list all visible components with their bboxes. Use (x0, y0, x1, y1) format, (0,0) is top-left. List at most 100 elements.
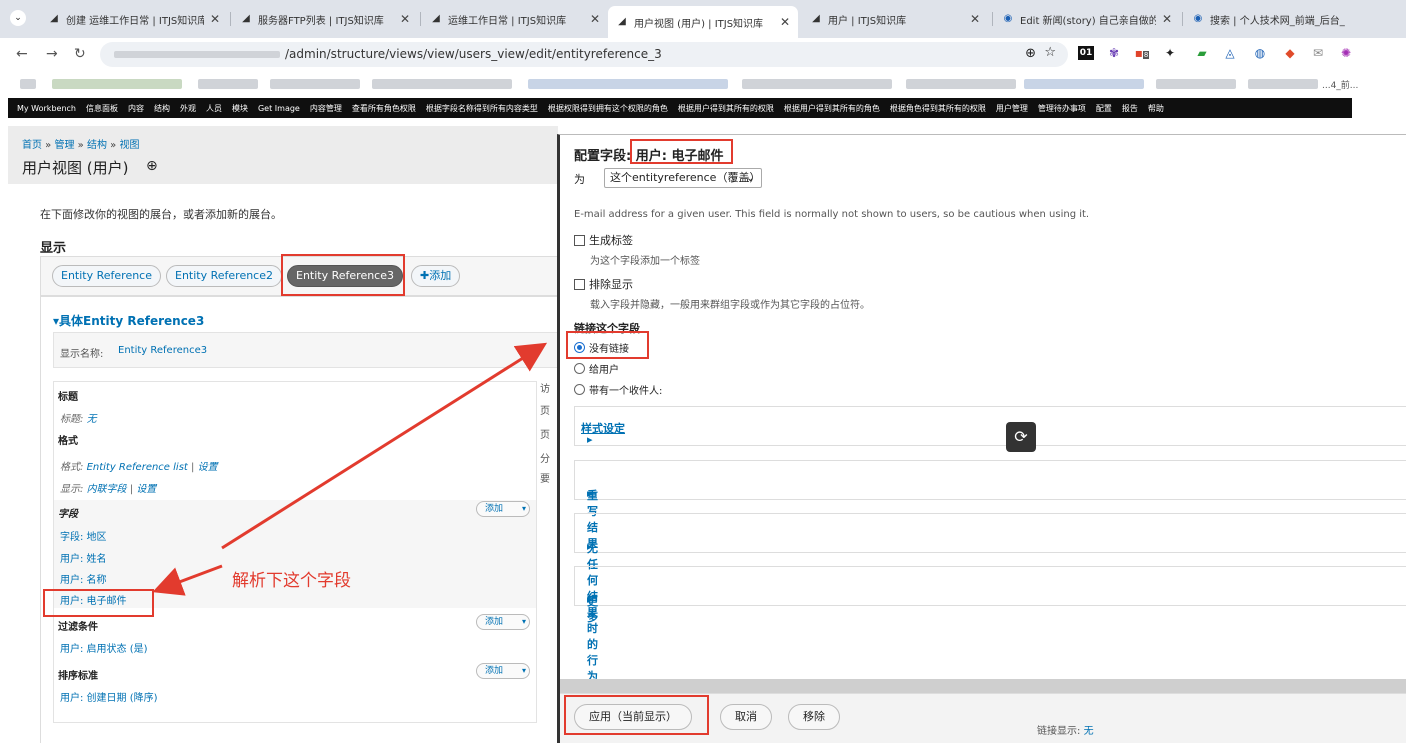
remove-button[interactable]: 移除 (788, 704, 840, 730)
tab-1[interactable]: ◢ 服务器FTP列表 | ITJS知识库 ✕ (232, 6, 418, 32)
for-display-select[interactable]: 这个entityreference（覆盖） ⌄ (604, 168, 762, 188)
tab-entity-reference[interactable]: Entity Reference (52, 265, 162, 287)
display-name-link[interactable]: Entity Reference3 (118, 345, 207, 356)
tab-0[interactable]: ◢ 创建 运维工作日常 | ITJS知识库 ✕ (40, 6, 228, 32)
breadcrumb-structure[interactable]: 结构 (87, 140, 107, 151)
extension-icon[interactable]: ◍ (1252, 46, 1268, 60)
admin-menu-item[interactable]: 报告 (1117, 103, 1143, 114)
extension-icon[interactable]: ✺ (1338, 46, 1354, 60)
admin-menu-item[interactable]: 查看所有角色权限 (347, 103, 421, 114)
apply-button[interactable]: 应用（当前显示） (574, 704, 692, 730)
jira-icon: ◢ (242, 13, 250, 24)
fieldset-no-results[interactable]: ▸ 无任何结果时的行为 (574, 513, 1406, 683)
forward-icon[interactable]: → (46, 46, 58, 62)
hidden-column-peek: 访 页 页 分 要 (540, 384, 550, 485)
show-setting[interactable]: 显示: 内联字段 | 设置 (60, 480, 156, 495)
tab-search-chevron-icon[interactable]: ⌄ (10, 10, 26, 26)
tab-entity-reference2[interactable]: Entity Reference2 (166, 265, 283, 287)
tab-entity-reference3[interactable]: Entity Reference3 (287, 265, 404, 287)
create-label-checkbox[interactable]: 生成标签 (574, 232, 633, 248)
extension-icon[interactable]: ▰ (1194, 46, 1210, 60)
extension-badge-icon[interactable]: 01 (1078, 46, 1094, 60)
admin-menu-item[interactable]: 管理待办事项 (1033, 103, 1091, 114)
admin-menu-item[interactable]: 配置 (1091, 103, 1117, 114)
field-region[interactable]: 字段: 地区 (60, 528, 107, 543)
edge-icon: ◉ (1003, 13, 1013, 24)
close-icon[interactable]: ✕ (1162, 12, 1172, 26)
radio-mailto[interactable]: 带有一个收件人: (574, 382, 662, 397)
admin-menu-item[interactable]: 用户管理 (991, 103, 1033, 114)
extension-icon[interactable]: ✾ (1106, 46, 1122, 60)
admin-menu-item[interactable]: 模块 (227, 103, 253, 114)
breadcrumb-admin[interactable]: 管理 (54, 140, 74, 151)
loading-spinner-icon: ⟳ (1006, 422, 1036, 452)
field-description: E-mail address for a given user. This fi… (574, 209, 1090, 220)
admin-menu-item[interactable]: 帮助 (1143, 103, 1169, 114)
display-section-toggle[interactable]: ▾具体Entity Reference3 (53, 312, 204, 329)
bookmark-star-icon[interactable]: ☆ (1044, 45, 1056, 60)
display-details: ▾具体Entity Reference3 显示名称: Entity Refere… (40, 296, 559, 743)
tab-3-active[interactable]: ◢ 用户视图 (用户) | ITJS知识库 ✕ (608, 6, 798, 38)
jira-icon: ◢ (618, 16, 626, 27)
admin-menu: My Workbench 信息面板 内容 结构 外观 人员 模块 Get Image 内容管理查… (8, 98, 1352, 118)
back-icon[interactable]: ← (16, 46, 28, 62)
admin-menu-item[interactable]: 人员 (201, 103, 227, 114)
extension-icon[interactable]: ✉ (1310, 46, 1326, 60)
admin-menu-item[interactable]: 根据权限得到拥有这个权限的角色 (543, 103, 673, 114)
admin-menu-item[interactable]: 外观 (175, 103, 201, 114)
admin-menu-item[interactable]: 内容管理 (305, 103, 347, 114)
url-input[interactable]: /admin/structure/views/view/users_view/e… (100, 42, 1068, 67)
link-field-heading: 链接这个字段 (574, 322, 640, 335)
sort-created-date[interactable]: 用户: 创建日期 (降序) (60, 689, 158, 704)
add-filter-button[interactable]: 添加 ▾ (476, 614, 530, 630)
close-icon[interactable]: ✕ (210, 12, 220, 26)
breadcrumb-home[interactable]: 首页 (22, 140, 42, 151)
admin-menu-item[interactable]: My Workbench (12, 104, 81, 113)
close-icon[interactable]: ✕ (780, 15, 790, 29)
filter-user-status[interactable]: 用户: 启用状态 (是) (60, 640, 148, 655)
admin-menu-item[interactable]: 结构 (149, 103, 175, 114)
title-setting[interactable]: 标题: 无 (60, 410, 97, 425)
admin-menu-item[interactable]: 根据用户得到其所有的权限 (673, 103, 779, 114)
admin-menu-item[interactable]: 根据用户得到其所有的角色 (779, 103, 885, 114)
extension-icon[interactable]: ◆ (1282, 46, 1298, 60)
radio-no-link[interactable]: 没有链接 (574, 340, 629, 355)
field-user-email[interactable]: 用户: 电子邮件 (60, 592, 127, 607)
reload-icon[interactable]: ↻ (74, 46, 86, 62)
horizontal-scrollbar[interactable] (560, 679, 1406, 693)
field-user-account[interactable]: 用户: 名称 (60, 571, 107, 586)
dialog-button-bar: 应用（当前显示） 取消 移除 (560, 693, 1406, 743)
tab-2[interactable]: ◢ 运维工作日常 | ITJS知识库 ✕ (422, 6, 608, 32)
exclude-checkbox[interactable]: 排除显示 (574, 276, 633, 292)
admin-menu-item[interactable]: 根据角色得到其所有的权限 (885, 103, 991, 114)
bookmarks-bar: ...4_前... (0, 70, 1406, 98)
page-title: 用户视图 (用户) (22, 159, 129, 177)
fieldset-style-settings[interactable]: ▸ 样式设定 (574, 406, 1406, 446)
tab-4[interactable]: ◢ 用户 | ITJS知识库 ✕ (802, 6, 988, 32)
fieldset-more[interactable]: ▸ 更多 (574, 566, 1406, 624)
radio-link-user[interactable]: 给用户 (574, 361, 619, 376)
add-field-button[interactable]: 添加 ▾ (476, 501, 530, 517)
extension-icon[interactable]: ✦ (1162, 46, 1178, 60)
tab-6[interactable]: ◉ 搜索 | 个人技术网_前端_后台_ (1184, 6, 1354, 32)
admin-menu-item[interactable]: Get Image (253, 104, 305, 113)
close-icon[interactable]: ✕ (590, 12, 600, 26)
breadcrumb-views[interactable]: 视图 (119, 140, 139, 151)
add-display-button[interactable]: ✚添加 (411, 265, 461, 287)
tab-5[interactable]: ◉ Edit 新闻(story) 自己亲自做的 ✕ (994, 6, 1180, 32)
admin-menu-item[interactable]: 根据字段名称得到所有内容类型 (421, 103, 543, 114)
format-setting[interactable]: 格式: Entity Reference list | 设置 (60, 458, 218, 473)
close-icon[interactable]: ✕ (970, 12, 980, 26)
zoom-icon[interactable]: ⊕ (1025, 46, 1036, 61)
close-icon[interactable]: ✕ (400, 12, 410, 26)
field-user-name[interactable]: 用户: 姓名 (60, 550, 107, 565)
cancel-button[interactable]: 取消 (720, 704, 772, 730)
fieldset-rewrite[interactable]: ▸ 重写结果 (574, 460, 1406, 550)
admin-menu-item[interactable]: 信息面板 (81, 103, 123, 114)
views-edit-panel: 首页 » 管理 » 结构 » 视图 用户视图 (用户) ⊕ 在下面修改你的视图的… (8, 126, 559, 743)
add-shortcut-icon[interactable]: ⊕ (146, 158, 158, 174)
extension-icon[interactable]: ◬ (1222, 46, 1238, 60)
add-sort-button[interactable]: 添加 ▾ (476, 663, 530, 679)
admin-menu-item[interactable]: 内容 (123, 103, 149, 114)
extension-counter-icon[interactable]: ▪8 (1134, 46, 1150, 62)
